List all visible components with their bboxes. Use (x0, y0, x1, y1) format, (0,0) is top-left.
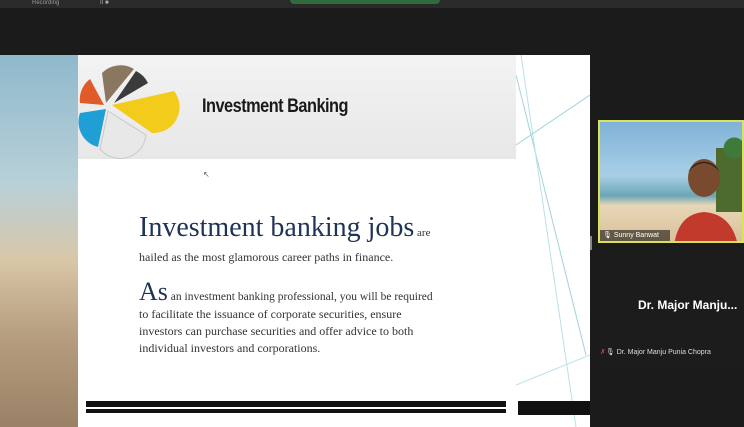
slide-decor-panel (516, 55, 590, 427)
para2-line1: an investment banking professional, you … (167, 291, 433, 303)
pie-chart-icon (78, 65, 180, 159)
muted-mic-icon: ✗ (600, 349, 606, 356)
participant-label: 🎙 Sunny Banwat (600, 230, 670, 241)
para2-line4: individual investors and corporations. (139, 341, 321, 355)
shared-slide: Investment Banking ↖ Investment banking … (78, 55, 590, 427)
decor-lines (516, 55, 590, 427)
slide-bottom-stripe (86, 407, 506, 409)
para2-heading: As (139, 277, 168, 306)
participant-tile-video[interactable]: 🎙 Sunny Banwat (598, 120, 744, 243)
share-status-pill[interactable] (290, 0, 440, 4)
participant-tile-name[interactable]: Dr. Major Manju... ✗🎙 Dr. Major Manju Pu… (598, 246, 744, 368)
paragraph-one: Investment banking jobs are hailed as th… (139, 212, 479, 265)
top-bar: Recording II ■ (0, 0, 744, 8)
para2-line3: investors can purchase securities and of… (139, 324, 414, 338)
mouse-cursor-icon: ↖ (203, 170, 210, 179)
participant-display-name: Dr. Major Manju... (638, 298, 738, 312)
panel-divider-handle[interactable] (590, 236, 592, 250)
participant-video-person (674, 159, 737, 241)
participant-label: ✗🎙 Dr. Major Manju Punia Chopra (600, 349, 711, 356)
para2-line2: to facilitate the issuance of corporate … (139, 307, 402, 321)
recording-controls[interactable]: II ■ (100, 0, 109, 6)
para1-heading: Investment banking jobs (139, 212, 415, 243)
slide-bottom-stub (518, 401, 590, 415)
recording-indicator[interactable]: Recording (32, 0, 59, 6)
desktop-background (0, 55, 78, 427)
slide-title: Investment Banking (202, 96, 349, 117)
mic-icon: 🎙 (603, 232, 612, 239)
paragraph-two: As an investment banking professional, y… (139, 279, 499, 357)
para1-line2: hailed as the most glamorous career path… (139, 250, 394, 264)
para1-tail: are (414, 227, 431, 239)
